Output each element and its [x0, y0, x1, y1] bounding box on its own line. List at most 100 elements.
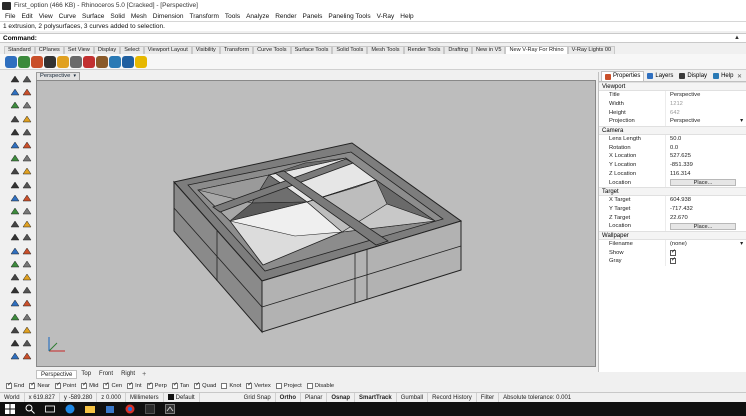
panel-tab-display[interactable]: Display: [676, 71, 710, 81]
section-header-camera[interactable]: Camera: [599, 125, 746, 135]
section-header-wallpaper[interactable]: Wallpaper: [599, 230, 746, 240]
osnap-knot[interactable]: Knot: [221, 383, 241, 389]
vray-frame-buffer-icon[interactable]: [43, 55, 57, 69]
dimension-tool-icon[interactable]: [22, 180, 32, 190]
mirror-tool-icon[interactable]: [22, 219, 32, 229]
split-tool-icon[interactable]: [10, 246, 20, 256]
filename-dropdown[interactable]: (none) ▾: [665, 239, 746, 249]
polyline-tool-icon[interactable]: [10, 87, 20, 97]
lock-tool-icon[interactable]: [10, 298, 20, 308]
osnap-toggle[interactable]: Osnap: [327, 392, 356, 403]
viewport-menu-icon[interactable]: ▾: [73, 73, 76, 80]
osnap-near[interactable]: Near: [29, 381, 50, 389]
vray-proxy-icon[interactable]: [69, 55, 83, 69]
vray-dome-icon[interactable]: [108, 55, 122, 69]
osnap-checkbox[interactable]: [6, 381, 12, 389]
command-history-toggle-icon[interactable]: ▲: [734, 35, 740, 41]
vray-fur-icon[interactable]: [95, 55, 109, 69]
polygon-tool-icon[interactable]: [10, 127, 20, 137]
panel-tab-help[interactable]: Help: [710, 71, 736, 81]
toolbar-tab-solid-tools[interactable]: Solid Tools: [332, 46, 368, 54]
command-line[interactable]: Command: ▲: [0, 33, 746, 43]
toolbar-tab-mesh-tools[interactable]: Mesh Tools: [367, 46, 404, 54]
cplane-indicator[interactable]: World: [0, 392, 25, 403]
units-indicator[interactable]: Millimeters: [126, 392, 164, 403]
vray-options-icon[interactable]: [17, 55, 31, 69]
osnap-checkbox[interactable]: [127, 381, 133, 389]
osnap-checkbox[interactable]: [194, 381, 200, 389]
section-header-viewport[interactable]: Viewport: [599, 82, 746, 91]
menu-view[interactable]: View: [36, 13, 56, 20]
menu-solid[interactable]: Solid: [107, 13, 127, 20]
toolbar-tab-drafting[interactable]: Drafting: [444, 46, 472, 54]
osnap-checkbox[interactable]: [275, 383, 282, 389]
toolbar-tab-transform[interactable]: Transform: [219, 46, 254, 54]
y-location-field[interactable]: -851.339: [665, 160, 746, 170]
analyze-tool-icon[interactable]: [22, 312, 32, 322]
hide-tool-icon[interactable]: [22, 285, 32, 295]
panel-options-icon[interactable]: ✕: [737, 73, 742, 80]
record-history-toggle[interactable]: Record History: [428, 392, 477, 403]
osnap-perp[interactable]: Perp: [146, 381, 167, 389]
filter-toggle[interactable]: Filter: [477, 392, 500, 403]
osnap-mid[interactable]: Mid: [81, 381, 98, 389]
menu-panels[interactable]: Panels: [300, 13, 326, 20]
panel-tab-layers[interactable]: Layers: [644, 71, 676, 81]
menu-dimension[interactable]: Dimension: [150, 13, 187, 20]
select-arrow-tool-icon[interactable]: [10, 74, 20, 84]
y-target-field[interactable]: -717.432: [665, 204, 746, 214]
add-viewport-tab-button[interactable]: +: [139, 371, 149, 378]
osnap-point[interactable]: Point: [54, 381, 76, 389]
curve-tool-icon[interactable]: [22, 87, 32, 97]
toolbar-tab-new-v-ray-for-rhino[interactable]: New V-Ray For Rhino: [505, 46, 568, 54]
toolbar-tab-display[interactable]: Display: [93, 46, 121, 54]
menu-analyze[interactable]: Analyze: [243, 13, 272, 20]
osnap-checkbox[interactable]: [146, 381, 153, 389]
perspective-viewport[interactable]: [36, 80, 596, 367]
media-app-icon[interactable]: [145, 404, 155, 414]
panel-tab-properties[interactable]: Properties: [601, 71, 645, 81]
osnap-int[interactable]: Int: [127, 381, 142, 389]
toolbar-tab-curve-tools[interactable]: Curve Tools: [253, 46, 291, 54]
z-target-field[interactable]: 22.670: [665, 213, 746, 222]
x-location-field[interactable]: 527.625: [665, 152, 746, 161]
chrome-icon[interactable]: [125, 404, 135, 414]
osnap-project[interactable]: Project: [275, 383, 302, 389]
menu-help[interactable]: Help: [397, 13, 416, 20]
task-view-icon[interactable]: [45, 404, 55, 414]
named-view-tool-icon[interactable]: [22, 338, 32, 348]
viewport-title-tab[interactable]: Perspective ▾: [36, 72, 80, 80]
fillet-tool-icon[interactable]: [22, 259, 32, 269]
toolbar-tab-select[interactable]: Select: [120, 46, 144, 54]
menu-paneling-tools[interactable]: Paneling Tools: [325, 13, 373, 20]
osnap-disable[interactable]: Disable: [306, 383, 334, 389]
menu-mesh[interactable]: Mesh: [128, 13, 150, 20]
viewport-tab-perspective[interactable]: Perspective: [36, 369, 78, 379]
pan-tool-icon[interactable]: [22, 325, 32, 335]
toolbar-tab-new-in-v5[interactable]: New in V5: [471, 46, 506, 54]
mesh-tool-icon[interactable]: [10, 180, 20, 190]
zoom-tool-icon[interactable]: [10, 325, 20, 335]
toolbar-tab-render-tools[interactable]: Render Tools: [403, 46, 445, 54]
surface-extrude-tool-icon[interactable]: [22, 140, 32, 150]
osnap-checkbox[interactable]: [221, 383, 228, 389]
sphere-tool-icon[interactable]: [22, 153, 32, 163]
sun-tool-icon[interactable]: [10, 351, 20, 361]
osnap-checkbox[interactable]: [29, 381, 35, 389]
toolbar-tab-v-ray-lights-00[interactable]: V-Ray Lights 00: [567, 46, 616, 54]
menu-curve[interactable]: Curve: [56, 13, 79, 20]
text-tool-icon[interactable]: [10, 193, 20, 203]
menu-surface[interactable]: Surface: [79, 13, 107, 20]
scale-tool-icon[interactable]: [10, 219, 20, 229]
extend-tool-icon[interactable]: [22, 272, 32, 282]
freeform-tool-icon[interactable]: [22, 127, 32, 137]
osnap-checkbox[interactable]: [103, 381, 110, 389]
vray-sun-icon[interactable]: [56, 55, 70, 69]
osnap-checkbox[interactable]: [246, 381, 252, 389]
gray-checkbox[interactable]: [670, 256, 676, 265]
osnap-quad[interactable]: Quad: [194, 381, 216, 389]
offset-tool-icon[interactable]: [10, 272, 20, 282]
planar-toggle[interactable]: Planar: [301, 392, 328, 403]
osnap-end[interactable]: End: [6, 381, 24, 389]
material-tool-icon[interactable]: [22, 351, 32, 361]
